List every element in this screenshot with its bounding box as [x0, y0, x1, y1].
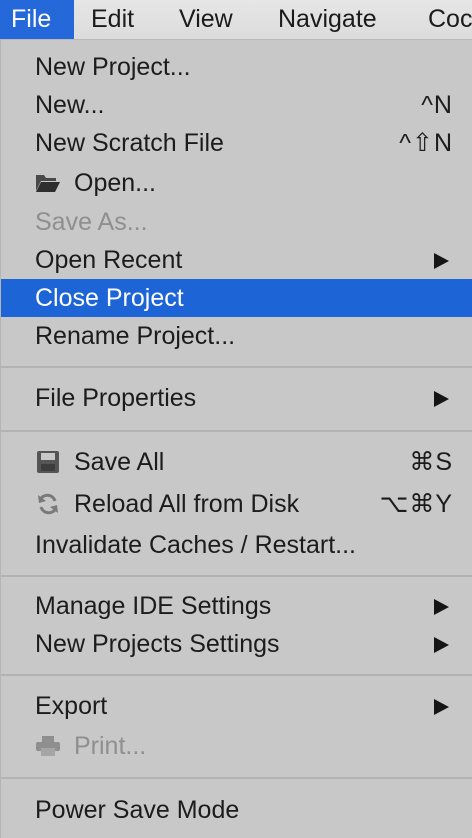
menu-item-label: Export — [35, 692, 108, 720]
menu-item-save-all[interactable]: Save All ⌘S — [1, 443, 472, 481]
menu-item-open-recent[interactable]: Open Recent — [1, 241, 472, 279]
menu-separator — [1, 430, 472, 432]
submenu-arrow-icon — [434, 699, 449, 715]
menu-item-label: New Projects Settings — [35, 630, 280, 658]
menubar-code[interactable]: Coc — [428, 0, 472, 39]
menu-item-reload-all[interactable]: Reload All from Disk ⌥⌘Y — [1, 485, 472, 523]
menu-item-label: Reload All from Disk — [74, 490, 300, 518]
shortcut-label: ^N — [421, 91, 453, 119]
menu-item-invalidate-caches[interactable]: Invalidate Caches / Restart... — [1, 526, 472, 564]
shortcut-label: ⌘S — [409, 448, 453, 476]
submenu-arrow-icon — [434, 391, 449, 407]
menu-item-manage-ide-settings[interactable]: Manage IDE Settings — [1, 587, 472, 625]
shortcut-label: ⌥⌘Y — [379, 490, 453, 518]
menu-item-label: Invalidate Caches / Restart... — [35, 531, 356, 559]
menubar-edit[interactable]: Edit — [91, 0, 134, 39]
printer-icon — [36, 736, 60, 756]
shortcut-label: ^⇧N — [399, 129, 453, 157]
menu-item-label: Save As... — [35, 208, 148, 236]
menu-item-new[interactable]: New... ^N — [1, 86, 472, 124]
menu-item-rename-project[interactable]: Rename Project... — [1, 317, 472, 355]
menu-item-print[interactable]: Print... — [1, 727, 472, 765]
menu-item-label: Close Project — [35, 284, 184, 312]
menu-item-label: File Properties — [35, 384, 197, 412]
menu-item-label: Print... — [74, 732, 147, 760]
folder-icon — [36, 175, 60, 192]
submenu-arrow-icon — [434, 599, 449, 615]
menu-item-new-projects-settings[interactable]: New Projects Settings — [1, 625, 472, 663]
menu-item-new-scratch-file[interactable]: New Scratch File ^⇧N — [1, 124, 472, 162]
menu-item-export[interactable]: Export — [1, 687, 472, 725]
menu-item-power-save-mode[interactable]: Power Save Mode — [1, 791, 472, 829]
menu-item-label: Open... — [74, 169, 156, 197]
menu-item-new-project[interactable]: New Project... — [1, 48, 472, 86]
menu-item-label: Save All — [74, 448, 165, 476]
file-menu-dropdown: New Project... New... ^N New Scratch Fil… — [0, 40, 472, 838]
menu-item-close-project[interactable]: Close Project — [1, 279, 472, 317]
menu-item-label: New Project... — [35, 53, 191, 81]
menu-bar: File Edit View Navigate Coc — [0, 0, 472, 40]
menu-item-label: Power Save Mode — [35, 796, 240, 824]
menu-item-open[interactable]: Open... — [1, 164, 472, 202]
menu-separator — [1, 575, 472, 577]
menu-item-label: Manage IDE Settings — [35, 592, 272, 620]
menubar-navigate[interactable]: Navigate — [278, 0, 377, 39]
menu-item-label: New... — [35, 91, 105, 119]
submenu-arrow-icon — [434, 253, 449, 269]
menu-item-save-as[interactable]: Save As... — [1, 203, 472, 241]
menu-separator — [1, 777, 472, 779]
floppy-disk-icon — [37, 451, 59, 473]
menu-separator — [1, 366, 472, 368]
menu-item-label: Rename Project... — [35, 322, 236, 350]
submenu-arrow-icon — [434, 637, 449, 653]
menu-item-file-properties[interactable]: File Properties — [1, 379, 472, 417]
menubar-file[interactable]: File — [0, 0, 74, 39]
menubar-view[interactable]: View — [179, 0, 233, 39]
menu-item-label: New Scratch File — [35, 129, 224, 157]
menu-item-label: Open Recent — [35, 246, 183, 274]
menu-separator — [1, 674, 472, 676]
refresh-icon — [38, 493, 58, 515]
